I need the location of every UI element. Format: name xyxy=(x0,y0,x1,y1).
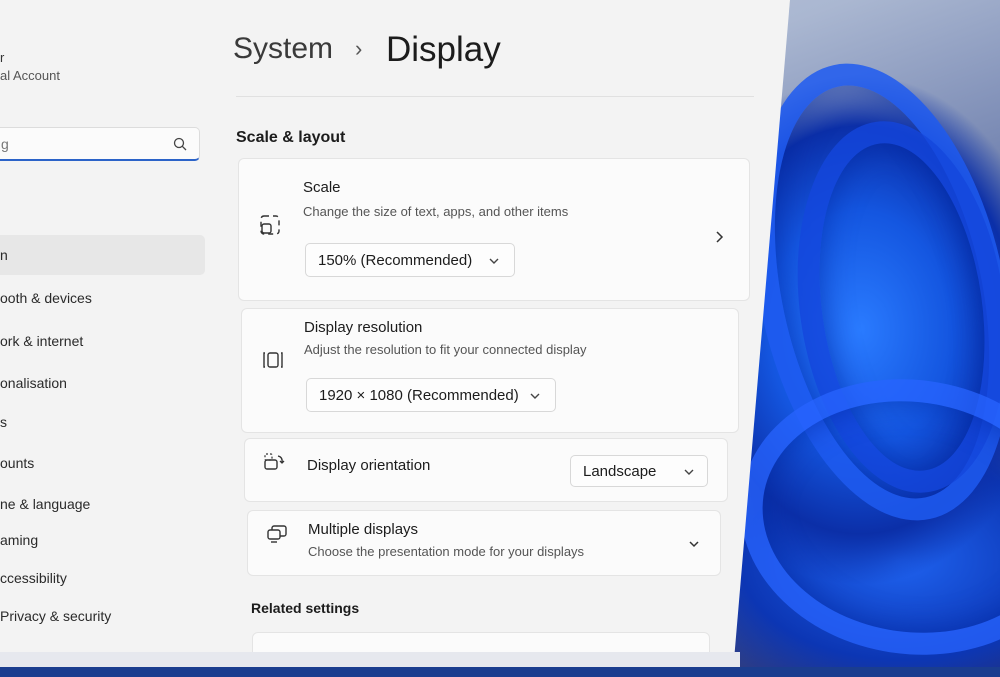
chevron-right-icon[interactable] xyxy=(713,231,725,243)
sidebar-item-privacy-security[interactable]: Privacy & security xyxy=(0,608,111,624)
scale-icon xyxy=(260,215,280,235)
multiple-displays-description: Choose the presentation mode for your di… xyxy=(308,544,585,559)
wallpaper-swirl xyxy=(722,357,1000,677)
orientation-dropdown[interactable]: Landscape xyxy=(570,455,708,487)
sidebar-item-personalisation[interactable]: onalisation xyxy=(0,375,67,391)
resolution-icon xyxy=(263,352,283,368)
header-divider xyxy=(236,96,754,97)
sidebar-item-apps[interactable]: s xyxy=(0,414,7,430)
sidebar-item-system[interactable]: n xyxy=(0,235,205,275)
search-icon[interactable] xyxy=(173,137,187,151)
sidebar-item-accounts[interactable]: ounts xyxy=(0,455,34,471)
page-title: Display xyxy=(386,30,501,69)
multiple-displays-icon xyxy=(267,525,287,543)
breadcrumb-parent[interactable]: System xyxy=(233,32,333,66)
chevron-down-icon[interactable] xyxy=(688,538,700,550)
orientation-value: Landscape xyxy=(583,463,657,480)
resolution-dropdown[interactable]: 1920 × 1080 (Recommended) xyxy=(306,378,556,412)
search-placeholder: g xyxy=(1,136,9,152)
scale-title: Scale xyxy=(303,179,341,196)
scale-value: 150% (Recommended) xyxy=(318,252,473,269)
chevron-down-icon xyxy=(530,393,540,399)
user-name: r xyxy=(0,50,5,65)
resolution-description: Adjust the resolution to fit your connec… xyxy=(304,342,587,357)
settings-window: r al Account g n ooth & devices ork & in… xyxy=(0,0,790,652)
chevron-down-icon xyxy=(489,258,499,264)
scale-dropdown[interactable]: 150% (Recommended) xyxy=(305,243,515,277)
account-type: al Account xyxy=(0,68,60,83)
scale-card[interactable]: Scale Change the size of text, apps, and… xyxy=(238,158,750,301)
resolution-card: Display resolution Adjust the resolution… xyxy=(241,308,739,433)
breadcrumb-separator: › xyxy=(355,36,363,61)
chevron-down-icon xyxy=(684,469,694,475)
sidebar-item-gaming[interactable]: aming xyxy=(0,532,38,548)
sidebar-item-time-language[interactable]: ne & language xyxy=(0,496,90,512)
sidebar-item-accessibility[interactable]: ccessibility xyxy=(0,570,67,586)
scale-description: Change the size of text, apps, and other… xyxy=(303,204,569,219)
taskbar xyxy=(0,652,740,667)
resolution-title: Display resolution xyxy=(304,319,423,336)
orientation-title: Display orientation xyxy=(307,457,431,474)
orientation-card: Display orientation Landscape xyxy=(244,438,728,502)
search-input[interactable]: g xyxy=(0,127,200,161)
section-title-related-settings: Related settings xyxy=(251,600,360,616)
orientation-icon xyxy=(264,453,285,470)
sidebar-item-label: n xyxy=(0,247,8,263)
resolution-value: 1920 × 1080 (Recommended) xyxy=(319,387,519,404)
multiple-displays-card[interactable]: Multiple displays Choose the presentatio… xyxy=(247,510,721,576)
section-title-scale-layout: Scale & layout xyxy=(236,129,346,146)
multiple-displays-title: Multiple displays xyxy=(308,521,419,538)
sidebar-item-network[interactable]: ork & internet xyxy=(0,333,83,349)
sidebar-item-bluetooth[interactable]: ooth & devices xyxy=(0,290,92,306)
